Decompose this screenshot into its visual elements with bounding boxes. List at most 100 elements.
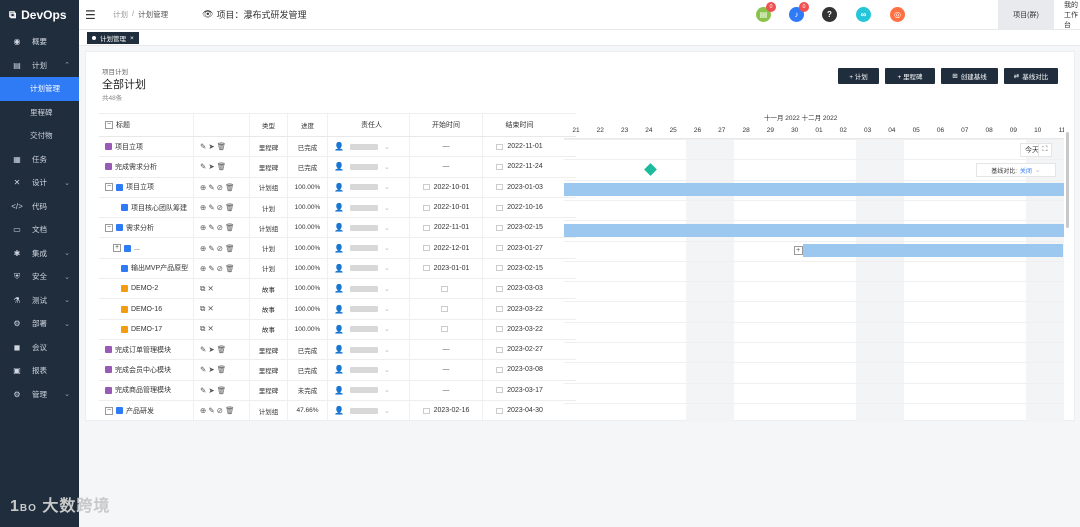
table-row[interactable]: 完成会员中心模块 ✎ ➤ 🗑 里程碑 已完成 👤 ⌄ —2023-03-08 [99, 360, 576, 381]
row-title[interactable]: 完成订单管理模块 [115, 345, 171, 355]
row-actions[interactable]: ⧉ ✕ [194, 299, 250, 319]
row-actions[interactable]: ✎ ➤ 🗑 [194, 380, 250, 400]
milestone-diamond-icon[interactable] [644, 162, 657, 176]
app-switch-icon[interactable]: ◎ [890, 7, 905, 22]
gantt-bar-subplan[interactable] [803, 244, 1063, 257]
sidebar-item-0[interactable]: ◉ 概要 [0, 30, 79, 54]
sidebar-item-6[interactable]: ✕ 设计 ⌄ [0, 171, 79, 195]
row-actions[interactable]: ✎ ➤ 🗑 [194, 339, 250, 360]
start-cell[interactable]: — [410, 360, 483, 380]
row-actions[interactable]: ⊕ ✎ ⊘ 🗑 [194, 400, 250, 421]
end-cell[interactable]: 2023-02-15 [483, 218, 556, 237]
project-selector[interactable]: 👁 项目：瀑布式研发管理 [202, 8, 306, 21]
sidebar-item-13[interactable]: ◼ 会议 [0, 336, 79, 360]
table-row[interactable]: 完成订单管理模块 ✎ ➤ 🗑 里程碑 已完成 👤 ⌄ —2023-02-27 [99, 339, 576, 361]
row-actions[interactable]: ⊕ ✎ ⊘ 🗑 [194, 218, 250, 238]
sidebar-item-2[interactable]: 计划管理 [0, 77, 79, 101]
owner-select[interactable]: 👤 ⌄ [328, 157, 410, 177]
breadcrumb-root[interactable]: 计划 [113, 9, 128, 20]
row-title[interactable]: DEMO-16 [131, 306, 162, 313]
row-title[interactable]: 产品研发 [126, 406, 154, 416]
start-cell[interactable]: 2022-10-01 [410, 177, 483, 197]
owner-select[interactable]: 👤 ⌄ [328, 360, 410, 380]
table-row[interactable]: 完成需求分析 ✎ ➤ 🗑 里程碑 已完成 👤 ⌄ —2022-11-24 [99, 157, 576, 178]
end-cell[interactable]: 2023-04-30 [483, 401, 556, 420]
start-cell[interactable]: 2023-01-01 [410, 258, 483, 279]
table-row[interactable]: 完成商品管理模块 ✎ ➤ 🗑 里程碑 未完成 👤 ⌄ —2023-03-17 [99, 380, 576, 401]
collapse-icon[interactable]: − [105, 223, 113, 232]
owner-select[interactable]: 👤 ⌄ [328, 197, 410, 218]
owner-select[interactable]: 👤 ⌄ [328, 258, 410, 279]
table-row[interactable]: DEMO-16 ⧉ ✕ 故事 100.00% 👤 ⌄ 2023-03-22 [99, 299, 576, 320]
gantt-bar-requirements[interactable] [564, 223, 1064, 237]
end-cell[interactable]: 2023-02-27 [483, 340, 556, 359]
collapse-icon[interactable]: − [105, 406, 113, 415]
project-group-tab[interactable]: 项目(群) [998, 0, 1054, 30]
start-cell[interactable]: 2022-12-01 [410, 238, 483, 258]
table-row[interactable]: 项目立项 ✎ ➤ 🗑 里程碑 已完成 👤 ⌄ —2022-11-01 [99, 137, 576, 158]
table-row[interactable]: − 产品研发 ⊕ ✎ ⊘ 🗑 计划组 47.66% 👤 ⌄ 2023-02-16 2023-04… [99, 400, 576, 422]
owner-select[interactable]: 👤 ⌄ [328, 238, 410, 258]
table-row[interactable]: 输出MVP产品原型 ⊕ ✎ ⊘ 🗑 计划 100.00% 👤 ⌄ 2023-01-01 202… [99, 258, 576, 280]
row-title[interactable]: ... [134, 245, 140, 252]
my-workbench-link[interactable]: 我的工作台 [1064, 0, 1080, 30]
row-title[interactable]: 完成会员中心模块 [115, 365, 171, 375]
owner-select[interactable]: 👤 ⌄ [328, 299, 410, 319]
start-cell[interactable]: 2022-10-01 [410, 197, 483, 218]
end-cell[interactable]: 2023-02-15 [483, 259, 556, 278]
owner-select[interactable]: 👤 ⌄ [328, 177, 410, 197]
row-title[interactable]: 项目立项 [126, 182, 154, 192]
row-title[interactable]: 完成商品管理模块 [115, 385, 171, 395]
add-milestone-button[interactable]: + 里程碑 [885, 68, 935, 84]
owner-select[interactable]: 👤 ⌄ [328, 319, 410, 339]
row-actions[interactable]: ✎ ➤ 🗑 [194, 137, 250, 157]
app-logo[interactable]: ⧉ DevOps [0, 0, 79, 30]
table-row[interactable]: DEMO-2 ⧉ ✕ 故事 100.00% 👤 ⌄ 2023-03-03 [99, 279, 576, 300]
table-row[interactable]: +... ⊕ ✎ ⊘ 🗑 计划 100.00% 👤 ⌄ 2022-12-01 2023-01-… [99, 238, 576, 259]
end-cell[interactable]: 2023-03-08 [483, 360, 556, 379]
tab-close-icon[interactable]: × [130, 35, 134, 42]
end-cell[interactable]: 2023-03-22 [483, 299, 556, 318]
owner-select[interactable]: 👤 ⌄ [328, 279, 410, 299]
row-actions[interactable]: ⊕ ✎ ⊘ 🗑 [194, 238, 250, 258]
row-title[interactable]: 需求分析 [126, 223, 154, 233]
end-cell[interactable]: 2023-01-27 [483, 238, 556, 257]
sidebar-item-1[interactable]: ▤ 计划 ⌃ [0, 54, 79, 78]
row-actions[interactable]: ⧉ ✕ [194, 319, 250, 339]
start-cell[interactable] [410, 279, 483, 299]
start-cell[interactable] [410, 319, 483, 339]
gantt-bar-project-initiation[interactable] [564, 183, 1064, 197]
row-title[interactable]: DEMO-2 [131, 285, 158, 292]
page-title[interactable]: 全部计划 [102, 76, 146, 92]
sidebar-item-12[interactable]: ⚙ 部署 ⌄ [0, 312, 79, 336]
fullscreen-icon[interactable]: ⛶ [1038, 143, 1052, 157]
owner-select[interactable]: 👤 ⌄ [328, 400, 410, 421]
add-plan-button[interactable]: + 计划 [838, 68, 879, 84]
link-icon[interactable]: ∞ [856, 7, 871, 22]
sidebar-item-4[interactable]: 交付物 [0, 124, 79, 148]
gantt-expand-icon[interactable]: + [793, 246, 803, 255]
end-cell[interactable]: 2023-03-17 [483, 381, 556, 400]
sidebar-item-14[interactable]: ▣ 报表 [0, 359, 79, 383]
row-title[interactable]: 输出MVP产品原型 [131, 263, 188, 273]
start-cell[interactable]: — [410, 339, 483, 360]
gantt-scrollbar[interactable] [1066, 132, 1069, 228]
sidebar-item-11[interactable]: ⚗ 测试 ⌄ [0, 289, 79, 313]
start-cell[interactable]: 2023-02-16 [410, 400, 483, 421]
table-row[interactable]: 项目核心团队筹建 ⊕ ✎ ⊘ 🗑 计划 100.00% 👤 ⌄ 2022-10-01 2022… [99, 197, 576, 219]
baseline-compare-select[interactable]: 基线对比: 关闭 ⌄ [976, 163, 1056, 177]
help-icon[interactable]: ? [822, 7, 837, 22]
owner-select[interactable]: 👤 ⌄ [328, 380, 410, 400]
owner-select[interactable]: 👤 ⌄ [328, 218, 410, 238]
start-cell[interactable] [410, 299, 483, 319]
table-row[interactable]: − 项目立项 ⊕ ✎ ⊘ 🗑 计划组 100.00% 👤 ⌄ 2022-10-01 2023-0… [99, 177, 576, 198]
row-title[interactable]: 项目立项 [115, 142, 143, 152]
expand-icon[interactable]: + [113, 244, 121, 253]
bell-icon[interactable]: ♪ 0 [789, 2, 809, 22]
row-title[interactable]: 完成需求分析 [115, 162, 157, 172]
end-cell[interactable]: 2023-01-03 [483, 178, 556, 197]
row-title[interactable]: DEMO-17 [131, 326, 162, 333]
table-row[interactable]: − 需求分析 ⊕ ✎ ⊘ 🗑 计划组 100.00% 👤 ⌄ 2022-11-01 2023-0… [99, 218, 576, 239]
start-cell[interactable]: — [410, 137, 483, 157]
collapse-all-icon[interactable]: − [105, 121, 113, 129]
